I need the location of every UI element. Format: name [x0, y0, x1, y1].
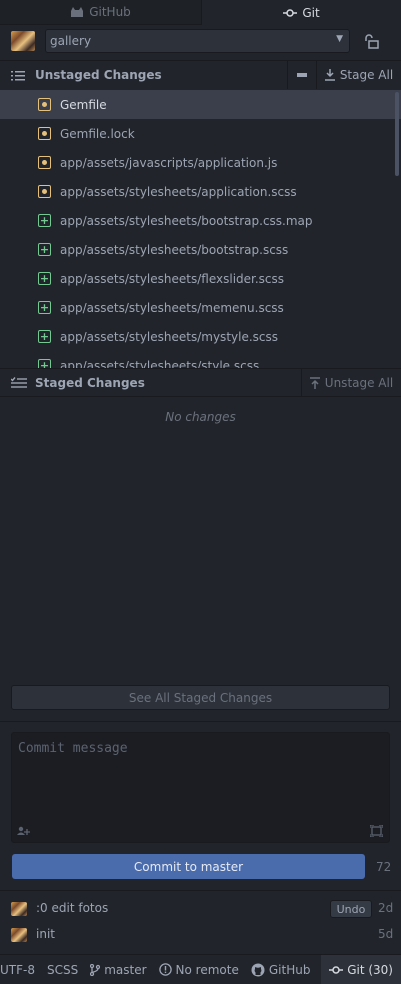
- avatar: [11, 902, 27, 916]
- git-status-button[interactable]: Git (30): [321, 955, 401, 984]
- unstaged-changes-header: Unstaged Changes Stage All: [0, 60, 401, 91]
- tab-github-label: GitHub: [89, 5, 131, 19]
- tab-git-label: Git: [302, 5, 320, 20]
- github-status-label: GitHub: [268, 962, 311, 977]
- tab-bar: GitHub Git: [0, 0, 401, 25]
- upload-icon: [309, 377, 320, 389]
- status-bar: UTF-8 SCSS master No remote GitHub Git (…: [0, 954, 401, 984]
- unlock-icon[interactable]: [364, 34, 380, 49]
- list-item[interactable]: + app/assets/stylesheets/mystyle.scss: [0, 322, 401, 351]
- repo-selector-row: gallery ▼: [0, 25, 401, 60]
- added-icon: +: [38, 359, 51, 368]
- modified-icon: [38, 127, 51, 140]
- list-item[interactable]: Gemfile: [0, 90, 401, 119]
- unstaged-file-list: Gemfile Gemfile.lock app/assets/javascri…: [0, 90, 401, 368]
- list-item[interactable]: Gemfile.lock: [0, 119, 401, 148]
- divider: [0, 721, 401, 722]
- repo-name: gallery: [50, 34, 92, 48]
- chevron-down-icon: ▼: [336, 34, 343, 44]
- github-status-button[interactable]: GitHub: [245, 955, 317, 984]
- divider: [0, 890, 401, 891]
- added-icon: +: [38, 271, 51, 285]
- unstage-all-label: Unstage All: [324, 376, 394, 390]
- list-item[interactable]: + app/assets/stylesheets/bootstrap.scss: [0, 235, 401, 264]
- added-icon: +: [38, 329, 51, 343]
- undo-button[interactable]: Undo: [330, 900, 372, 918]
- recent-commit-message: :0 edit fotos: [36, 901, 109, 915]
- git-status-label: Git (30): [347, 962, 393, 977]
- remaining-characters: 72: [376, 860, 392, 874]
- added-icon: +: [38, 242, 51, 256]
- recent-commit-time: 5d: [378, 927, 394, 941]
- modified-icon: [38, 156, 51, 169]
- commit-message-placeholder: Commit message: [18, 741, 128, 756]
- staged-empty-text: No changes: [165, 410, 236, 424]
- grammar-indicator[interactable]: SCSS: [41, 955, 84, 984]
- stage-all-label: Stage All: [339, 68, 394, 82]
- minus-icon: [297, 73, 307, 77]
- added-icon: +: [38, 213, 51, 227]
- remote-indicator[interactable]: No remote: [153, 955, 245, 984]
- avatar: [11, 31, 35, 51]
- git-branch-icon: [90, 963, 101, 976]
- repo-select[interactable]: gallery ▼: [45, 29, 350, 53]
- see-all-staged-button[interactable]: See All Staged Changes: [11, 685, 390, 710]
- list-item[interactable]: + app/assets/stylesheets/bootstrap.css.m…: [0, 206, 401, 235]
- modified-icon: [38, 185, 51, 198]
- expand-icon[interactable]: [370, 825, 383, 837]
- list-item[interactable]: + app/assets/stylesheets/style.scss: [0, 351, 401, 368]
- recent-commit-time: 2d: [378, 901, 394, 915]
- stage-all-button[interactable]: Stage All: [316, 61, 401, 89]
- tab-git[interactable]: Git: [202, 0, 401, 25]
- list-icon: [11, 70, 25, 82]
- commit-button[interactable]: Commit to master: [12, 854, 365, 879]
- avatar: [11, 928, 27, 942]
- added-icon: +: [38, 300, 51, 314]
- unstage-all-button[interactable]: Unstage All: [301, 369, 401, 397]
- recent-commit-message: init: [36, 927, 55, 941]
- recent-commit-item[interactable]: init 5d: [0, 922, 401, 948]
- modified-icon: [38, 98, 51, 111]
- co-author-icon[interactable]: [17, 826, 31, 836]
- checklist-icon: [11, 377, 27, 389]
- github-icon: [70, 6, 84, 19]
- scrollbar[interactable]: [395, 92, 399, 176]
- git-commit-icon: [329, 965, 344, 975]
- branch-indicator[interactable]: master: [84, 955, 152, 984]
- list-item[interactable]: app/assets/stylesheets/application.scss: [0, 177, 401, 206]
- tab-github[interactable]: GitHub: [0, 0, 202, 24]
- list-item[interactable]: + app/assets/stylesheets/memenu.scss: [0, 293, 401, 322]
- git-commit-icon: [283, 8, 298, 18]
- unstaged-changes-title: Unstaged Changes: [35, 68, 162, 82]
- branch-name: master: [104, 962, 147, 977]
- recent-commit-item[interactable]: :0 edit fotos Undo 2d: [0, 896, 401, 922]
- encoding-indicator[interactable]: UTF-8: [0, 955, 41, 984]
- remote-label: No remote: [175, 962, 239, 977]
- commit-message-field[interactable]: Commit message: [11, 732, 390, 843]
- alert-icon: [158, 963, 172, 976]
- list-item[interactable]: + app/assets/stylesheets/flexslider.scss: [0, 264, 401, 293]
- download-icon: [324, 69, 335, 81]
- staged-changes-header: Staged Changes Unstage All: [0, 368, 401, 397]
- staged-changes-title: Staged Changes: [35, 376, 145, 390]
- collapse-button[interactable]: [287, 61, 316, 89]
- github-octocat-icon: [251, 963, 265, 977]
- list-item[interactable]: app/assets/javascripts/application.js: [0, 148, 401, 177]
